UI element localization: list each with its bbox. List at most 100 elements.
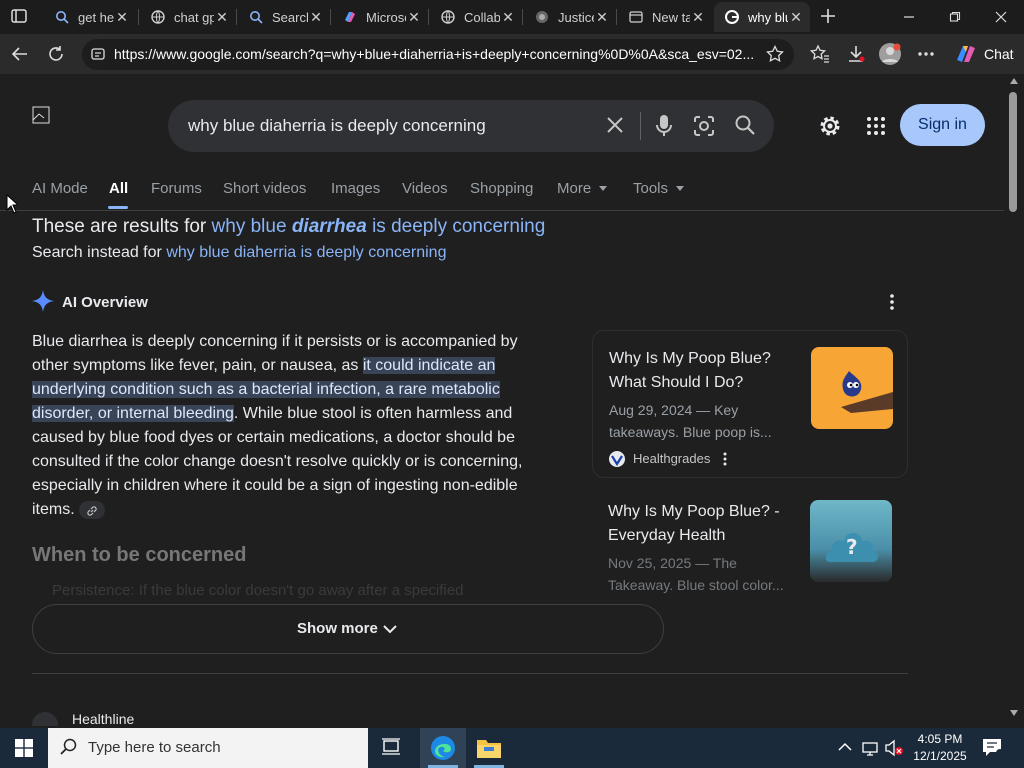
favorite-star-icon[interactable] — [766, 45, 784, 63]
tab-why-blue[interactable]: why blue ✕ — [714, 2, 810, 32]
card-title[interactable]: Why Is My Poop Blue? What Should I Do? — [609, 347, 799, 395]
ai-overview-menu-icon[interactable] — [890, 294, 894, 310]
new-tab-button[interactable] — [818, 6, 838, 26]
tab-all[interactable]: All — [109, 180, 128, 197]
back-button[interactable] — [6, 40, 34, 68]
close-tab-icon[interactable]: ✕ — [114, 9, 130, 25]
start-button[interactable] — [0, 728, 48, 768]
chat-label: Chat — [984, 46, 1014, 62]
source-card-healthgrades[interactable]: Why Is My Poop Blue? What Should I Do? A… — [592, 330, 908, 478]
tab-get-help[interactable]: get help ✕ — [44, 2, 136, 32]
tab-actions-icon[interactable] — [10, 7, 28, 25]
source-card-everyday-health[interactable]: Why Is My Poop Blue? - Everyday Health N… — [592, 484, 908, 593]
tab-forums[interactable]: Forums — [151, 180, 202, 197]
more-label: More — [557, 180, 592, 197]
edge-taskbar-icon[interactable] — [420, 728, 466, 768]
corrected-query-link[interactable]: why blue diarrhea is deeply concerning — [212, 216, 546, 237]
newtab-icon — [628, 9, 644, 25]
tab-strip: get help ✕ chat gpt ✕ Search ✕ Microsoft… — [0, 0, 1024, 34]
sign-in-button[interactable]: Sign in — [900, 104, 985, 146]
taskbar-search-box[interactable]: Type here to search — [48, 728, 368, 768]
network-icon[interactable] — [862, 739, 880, 757]
tab-search[interactable]: Search ✕ — [238, 2, 330, 32]
volume-muted-icon[interactable] — [884, 739, 904, 757]
site-info-icon[interactable] — [90, 46, 106, 62]
card-snippet: Aug 29, 2024 — Key takeaways. Blue poop … — [609, 402, 772, 440]
faded-list-item: Persistence: If the blue color doesn't g… — [52, 582, 464, 599]
more-menu-icon[interactable] — [912, 40, 940, 68]
minimize-button[interactable] — [886, 0, 932, 34]
clock-time: 4:05 PM — [917, 732, 963, 746]
source-link-icon[interactable] — [79, 500, 106, 519]
favorites-icon[interactable] — [806, 40, 834, 68]
apps-grid-icon[interactable] — [866, 116, 886, 136]
tab-microsoft[interactable]: Microsoft ✕ — [332, 2, 428, 32]
close-tab-icon[interactable]: ✕ — [500, 9, 516, 25]
scrollbar-thumb[interactable] — [1009, 92, 1017, 212]
card-thumbnail-image[interactable] — [811, 347, 893, 429]
spelling-correction: These are results for why blue diarrhea … — [32, 216, 545, 238]
tab-collab[interactable]: Collab ✕ — [430, 2, 522, 32]
tab-chat-gpt[interactable]: chat gpt ✕ — [140, 2, 236, 32]
scroll-up-arrow-icon[interactable] — [1010, 78, 1018, 84]
close-window-button[interactable] — [978, 0, 1024, 34]
tab-ai-mode[interactable]: AI Mode — [32, 180, 88, 197]
tab-short-videos[interactable]: Short videos — [223, 180, 306, 197]
notifications-icon[interactable] — [982, 738, 1004, 758]
section-heading: When to be concerned — [32, 544, 247, 566]
search-icon[interactable] — [734, 114, 756, 136]
tab-label: Search — [272, 9, 308, 25]
tab-label: get help — [78, 9, 114, 25]
close-tab-icon[interactable]: ✕ — [214, 9, 230, 25]
task-view-icon[interactable] — [380, 737, 402, 759]
ai-sparkle-icon — [32, 290, 54, 312]
search-icon — [60, 738, 78, 756]
svg-text:?: ? — [846, 535, 858, 559]
ai-overview-label: AI Overview — [62, 294, 148, 311]
next-result-source[interactable]: Healthline — [72, 711, 134, 726]
profile-avatar[interactable] — [876, 40, 904, 68]
copilot-icon — [342, 9, 358, 25]
tab-new-tab[interactable]: New tab ✕ — [618, 2, 712, 32]
search-icon — [54, 9, 70, 25]
card-menu-icon[interactable] — [723, 452, 727, 466]
close-tab-icon[interactable]: ✕ — [594, 9, 610, 25]
google-logo-placeholder[interactable] — [32, 106, 50, 124]
search-instead-link[interactable]: why blue diaherria is deeply concerning — [166, 244, 446, 261]
refresh-button[interactable] — [42, 40, 70, 68]
chevron-up-icon[interactable] — [838, 742, 852, 751]
show-more-button[interactable]: Show more — [32, 604, 664, 654]
downloads-icon[interactable] — [842, 40, 870, 68]
show-more-label: Show more — [297, 620, 378, 637]
taskbar-clock[interactable]: 4:05 PM 12/1/2025 — [910, 731, 970, 765]
search-box[interactable]: why blue diaherria is deeply concerning — [168, 100, 774, 152]
file-explorer-icon[interactable] — [466, 728, 512, 768]
address-bar[interactable]: https://www.google.com/search?q=why+blue… — [82, 39, 794, 70]
nav-divider — [0, 210, 1004, 211]
settings-gear-icon[interactable] — [818, 114, 842, 138]
tab-shopping[interactable]: Shopping — [470, 180, 533, 197]
clear-search-icon[interactable] — [604, 114, 626, 136]
close-tab-icon[interactable]: ✕ — [788, 9, 804, 25]
copilot-chat-button[interactable]: Chat — [946, 38, 1018, 70]
card-title[interactable]: Why Is My Poop Blue? - Everyday Health — [608, 500, 798, 548]
tab-label: chat gpt — [174, 9, 214, 25]
globe-icon — [534, 9, 550, 25]
card-source: Healthgrades — [633, 451, 711, 466]
lens-camera-icon[interactable] — [692, 114, 716, 138]
tools-button[interactable]: Tools — [633, 180, 685, 197]
tab-label: Collab — [464, 9, 500, 25]
restore-button[interactable] — [932, 0, 978, 34]
search-query[interactable]: why blue diaherria is deeply concerning — [188, 116, 486, 136]
close-tab-icon[interactable]: ✕ — [690, 9, 706, 25]
tab-images[interactable]: Images — [331, 180, 380, 197]
tab-videos[interactable]: Videos — [402, 180, 448, 197]
card-thumbnail-image[interactable]: ? — [810, 500, 892, 582]
microphone-icon[interactable] — [654, 114, 674, 138]
tab-justice[interactable]: Justice ✕ — [524, 2, 616, 32]
close-tab-icon[interactable]: ✕ — [406, 9, 422, 25]
scroll-down-arrow-icon[interactable] — [1010, 710, 1018, 716]
close-tab-icon[interactable]: ✕ — [308, 9, 324, 25]
tab-more[interactable]: More — [557, 180, 608, 197]
healthgrades-logo-icon — [609, 451, 625, 467]
